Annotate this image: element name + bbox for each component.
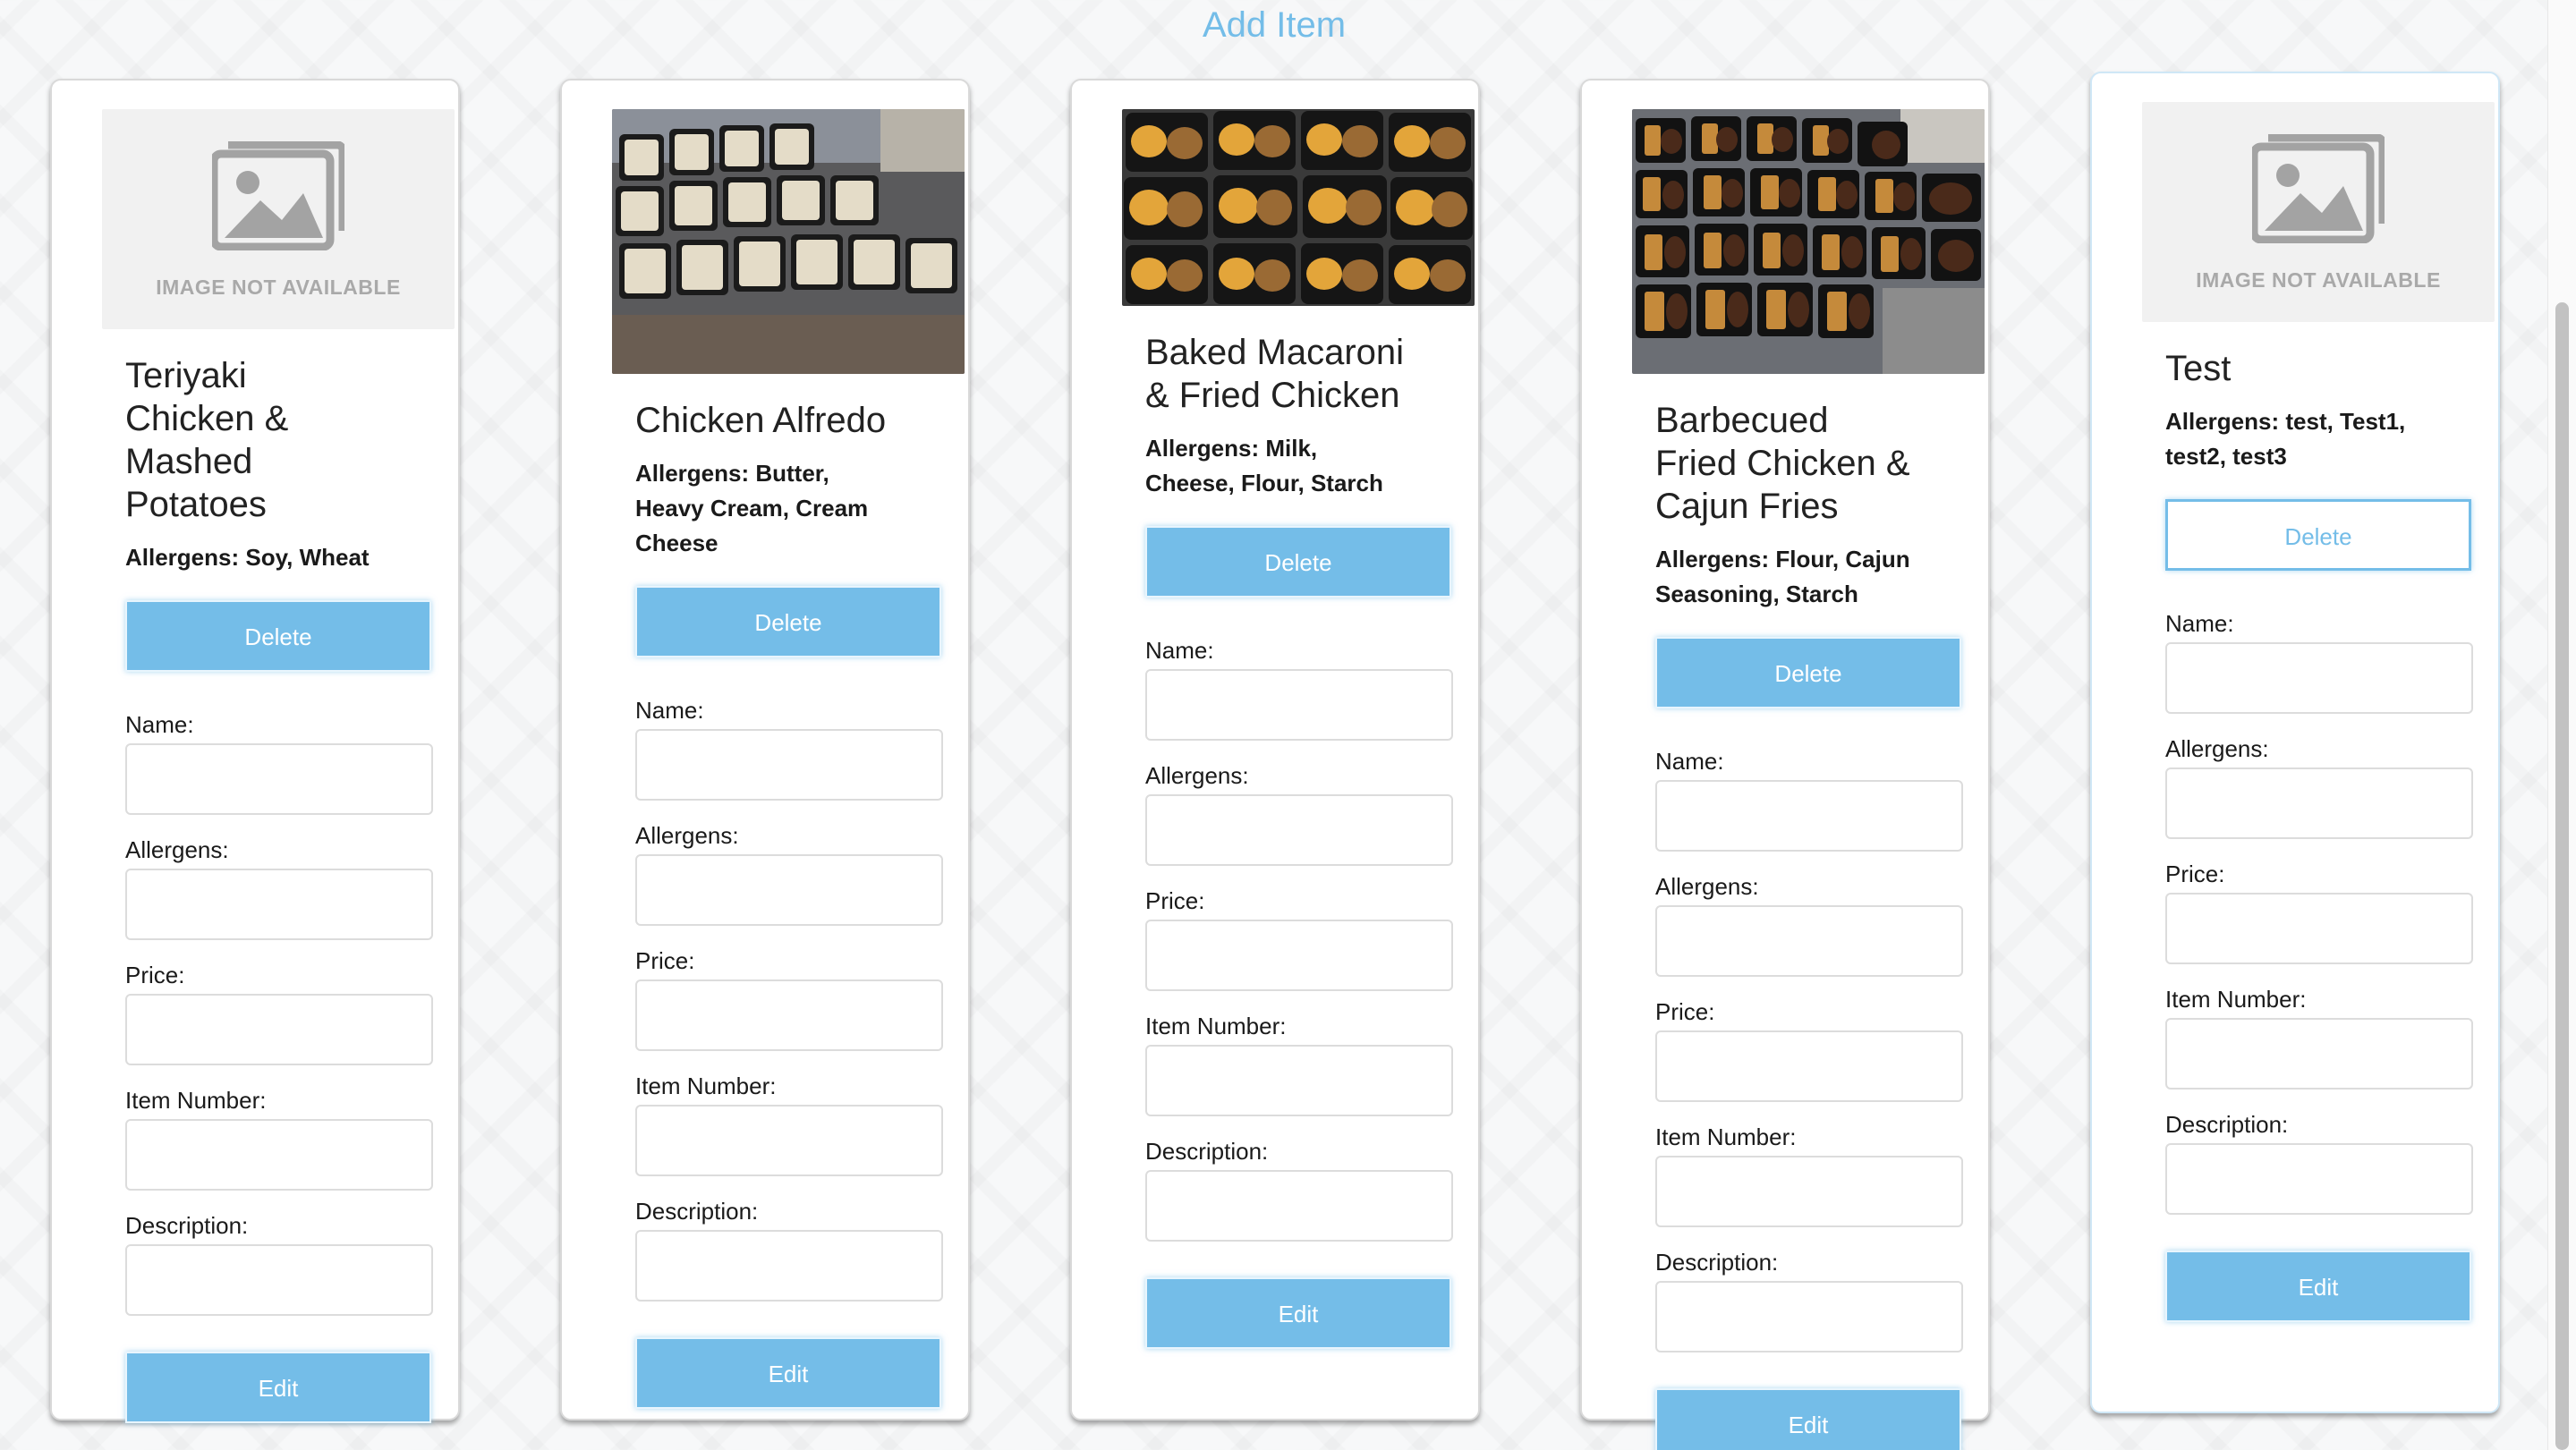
name-label: Name: [635, 697, 704, 724]
description-label: Description: [2165, 1111, 2289, 1138]
image-placeholder: IMAGE NOT AVAILABLE [102, 109, 455, 329]
item-photo [1122, 109, 1475, 306]
item-allergens: Allergens: Milk, Cheese, Flour, Starch [1145, 435, 1383, 496]
allergens-label: Allergens: [2165, 735, 2269, 762]
price-label: Price: [1145, 887, 1205, 914]
edit-button[interactable]: Edit [1145, 1277, 1451, 1349]
item-allergens: Allergens: test, Test1, test2, test3 [2165, 408, 2406, 470]
description-input[interactable] [1655, 1281, 1963, 1352]
image-not-available-text: IMAGE NOT AVAILABLE [2196, 268, 2441, 292]
name-label: Name: [1655, 748, 1724, 775]
item-number-input[interactable] [1655, 1156, 1963, 1227]
item-number-input[interactable] [2165, 1018, 2473, 1090]
image-placeholder-icon [212, 141, 344, 250]
menu-item-card: Barbecued Fried Chicken & Cajun Fries Al… [1580, 79, 1990, 1450]
name-input[interactable] [1655, 780, 1963, 852]
name-input[interactable] [125, 743, 433, 815]
bbq-chicken-fries-photo [1632, 109, 1985, 374]
item-title: Test [2165, 349, 2232, 388]
allergens-label: Allergens: [635, 822, 739, 849]
item-number-input[interactable] [635, 1105, 943, 1176]
delete-button[interactable]: Delete [1145, 526, 1451, 598]
allergens-input[interactable] [635, 854, 943, 926]
item-allergens: Allergens: Soy, Wheat [125, 544, 370, 571]
edit-button[interactable]: Edit [2165, 1251, 2471, 1322]
price-input[interactable] [635, 979, 943, 1051]
item-title: Teriyaki Chicken & Mashed Potatoes [125, 356, 289, 524]
description-input[interactable] [635, 1230, 943, 1302]
item-number-label: Item Number: [1655, 1124, 1797, 1150]
delete-button[interactable]: Delete [125, 600, 431, 672]
edit-button[interactable]: Edit [635, 1337, 941, 1409]
scrollbar-thumb[interactable] [2555, 302, 2569, 1450]
menu-item-card: Chicken Alfredo Allergens: Butter, Heavy… [560, 79, 970, 1420]
allergens-input[interactable] [125, 869, 433, 940]
description-label: Description: [635, 1198, 759, 1225]
delete-button[interactable]: Delete [2165, 499, 2471, 571]
description-label: Description: [1655, 1249, 1779, 1276]
price-label: Price: [635, 947, 695, 974]
item-number-label: Item Number: [2165, 986, 2307, 1013]
item-number-label: Item Number: [125, 1087, 267, 1114]
item-title: Chicken Alfredo [635, 401, 887, 440]
item-photo [1632, 109, 1985, 374]
image-not-available-text: IMAGE NOT AVAILABLE [156, 276, 401, 299]
name-input[interactable] [635, 729, 943, 801]
allergens-label: Allergens: [125, 836, 229, 863]
item-number-input[interactable] [125, 1119, 433, 1191]
item-title: Barbecued Fried Chicken & Cajun Fries [1655, 401, 1910, 526]
item-title: Baked Macaroni & Fried Chicken [1145, 333, 1405, 415]
description-input[interactable] [2165, 1143, 2473, 1215]
allergens-label: Allergens: [1655, 873, 1759, 900]
item-photo [612, 109, 965, 374]
price-input[interactable] [2165, 893, 2473, 964]
delete-button[interactable]: Delete [1655, 637, 1961, 708]
vertical-scrollbar[interactable] [2547, 0, 2576, 1450]
allergens-label: Allergens: [1145, 762, 1249, 789]
description-label: Description: [125, 1212, 249, 1239]
name-input[interactable] [2165, 642, 2473, 714]
delete-button[interactable]: Delete [635, 586, 941, 657]
pasta-photo [612, 109, 965, 374]
edit-button[interactable]: Edit [1655, 1388, 1961, 1450]
image-placeholder: IMAGE NOT AVAILABLE [2142, 102, 2495, 322]
price-input[interactable] [1145, 920, 1453, 991]
price-label: Price: [2165, 861, 2225, 887]
item-allergens: Allergens: Flour, Cajun Seasoning, Starc… [1655, 546, 1910, 607]
price-input[interactable] [1655, 1030, 1963, 1102]
price-label: Price: [125, 962, 185, 988]
edit-button[interactable]: Edit [125, 1352, 431, 1423]
add-item-link[interactable]: Add Item [0, 2, 2548, 48]
price-input[interactable] [125, 994, 433, 1065]
name-label: Name: [125, 711, 194, 738]
description-label: Description: [1145, 1138, 1269, 1165]
menu-item-card: Baked Macaroni & Fried Chicken Allergens… [1070, 79, 1480, 1420]
description-input[interactable] [1145, 1170, 1453, 1242]
item-number-input[interactable] [1145, 1045, 1453, 1116]
price-label: Price: [1655, 998, 1715, 1025]
image-placeholder-icon [2252, 134, 2385, 243]
name-label: Name: [2165, 610, 2234, 637]
name-input[interactable] [1145, 669, 1453, 741]
allergens-input[interactable] [1655, 905, 1963, 977]
menu-item-card: IMAGE NOT AVAILABLE Teriyaki Chicken & M… [50, 79, 460, 1423]
menu-item-card: IMAGE NOT AVAILABLE Test Allergens: test… [2090, 72, 2500, 1413]
name-label: Name: [1145, 637, 1214, 664]
description-input[interactable] [125, 1244, 433, 1316]
allergens-input[interactable] [1145, 794, 1453, 866]
item-number-label: Item Number: [1145, 1013, 1287, 1039]
item-allergens: Allergens: Butter, Heavy Cream, Cream Ch… [635, 460, 869, 556]
mac-and-chicken-photo [1122, 109, 1475, 306]
allergens-input[interactable] [2165, 767, 2473, 839]
item-number-label: Item Number: [635, 1073, 777, 1099]
